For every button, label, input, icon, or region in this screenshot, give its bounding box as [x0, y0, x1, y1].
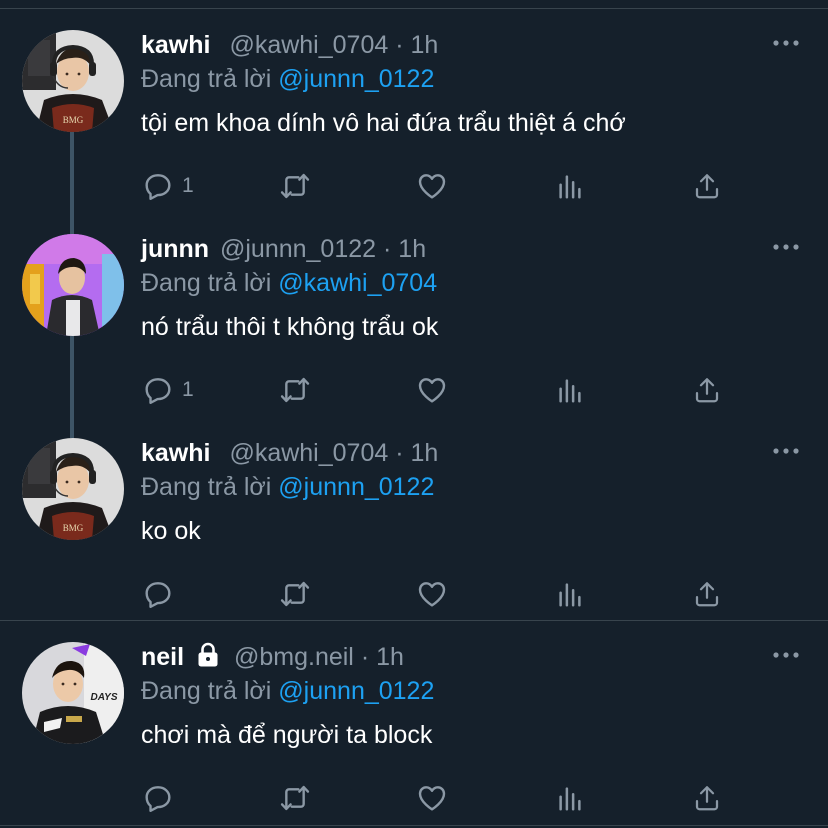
retweet-button[interactable]	[278, 166, 312, 206]
replying-to-label: Đang trả lời	[141, 677, 272, 705]
share-icon	[692, 782, 722, 814]
tweet-text: chơi mà để người ta block	[141, 721, 433, 749]
handle[interactable]: @bmg.neil	[234, 643, 354, 671]
reply-icon	[142, 374, 174, 406]
tweet-actions: 1	[0, 166, 828, 206]
bar-chart-icon	[555, 374, 585, 406]
display-name[interactable]: junnn	[141, 235, 209, 263]
bar-chart-icon	[555, 782, 585, 814]
like-button[interactable]	[416, 166, 448, 206]
top-divider	[0, 8, 828, 9]
share-button[interactable]	[692, 778, 722, 818]
replying-to: Đang trả lời @kawhi_0704	[141, 268, 437, 298]
mention-link[interactable]: @junnn_0122	[278, 677, 434, 705]
replying-to: Đang trả lời @junnn_0122	[141, 676, 434, 706]
bar-chart-icon	[555, 170, 585, 202]
share-button[interactable]	[692, 574, 722, 614]
tweet-text: tội em khoa dính vô hai đứa trẩu thiệt á…	[141, 109, 626, 137]
retweet-button[interactable]	[278, 574, 312, 614]
like-button[interactable]	[416, 370, 448, 410]
share-icon	[692, 374, 722, 406]
avatar-image	[22, 234, 124, 336]
replying-to-label: Đang trả lời	[141, 473, 272, 501]
dot-separator: ·	[395, 31, 404, 59]
reply-icon	[142, 782, 174, 814]
reply-count: 1	[182, 174, 194, 197]
tweet-header: neil @bmg.neil · 1h	[141, 642, 404, 672]
lock-icon	[198, 642, 218, 667]
mention-link[interactable]: @junnn_0122	[278, 473, 434, 501]
reply-count: 1	[182, 378, 194, 401]
tweet-header: junnn @junnn_0122 · 1h	[141, 234, 426, 264]
mention-link[interactable]: @junnn_0122	[278, 65, 434, 93]
timestamp[interactable]: 1h	[411, 31, 439, 59]
handle[interactable]: @junnn_0122	[220, 235, 376, 263]
share-button[interactable]	[692, 166, 722, 206]
tweet-text: nó trẩu thôi t không trẩu ok	[141, 313, 439, 341]
retweet-button[interactable]	[278, 370, 312, 410]
reply-button[interactable]	[142, 574, 182, 614]
retweet-icon	[278, 782, 312, 814]
heart-icon	[416, 374, 448, 406]
bar-chart-icon	[555, 578, 585, 610]
tweet-header: kawhi @kawhi_0704 · 1h	[141, 30, 438, 60]
avatar-image	[22, 438, 124, 540]
analytics-button[interactable]	[555, 778, 585, 818]
more-options-icon[interactable]	[772, 38, 800, 48]
dot-separator: ·	[383, 235, 392, 263]
tweet-divider	[0, 620, 828, 621]
replying-to: Đang trả lời @junnn_0122	[141, 64, 434, 94]
handle[interactable]: @kawhi_0704	[229, 439, 388, 467]
avatar-image	[22, 642, 124, 744]
tweet-actions	[0, 778, 828, 818]
timestamp[interactable]: 1h	[398, 235, 426, 263]
timestamp[interactable]: 1h	[376, 643, 404, 671]
reply-button[interactable]: 1	[142, 166, 194, 206]
tweet-actions	[0, 574, 828, 614]
like-button[interactable]	[416, 574, 448, 614]
share-icon	[692, 170, 722, 202]
replying-to-label: Đang trả lời	[141, 65, 272, 93]
display-name[interactable]: neil	[141, 643, 184, 671]
more-options-icon[interactable]	[772, 446, 800, 456]
avatar-image	[22, 30, 124, 132]
share-button[interactable]	[692, 370, 722, 410]
heart-icon	[416, 782, 448, 814]
more-options-icon[interactable]	[772, 650, 800, 660]
avatar[interactable]	[22, 234, 124, 336]
handle[interactable]: @kawhi_0704	[229, 31, 388, 59]
retweet-button[interactable]	[278, 778, 312, 818]
analytics-button[interactable]	[555, 166, 585, 206]
reply-icon	[142, 170, 174, 202]
retweet-icon	[278, 578, 312, 610]
share-icon	[692, 578, 722, 610]
analytics-button[interactable]	[555, 574, 585, 614]
retweet-icon	[278, 170, 312, 202]
more-options-icon[interactable]	[772, 242, 800, 252]
replying-to-label: Đang trả lời	[141, 269, 272, 297]
reply-icon	[142, 578, 174, 610]
like-button[interactable]	[416, 778, 448, 818]
dot-separator: ·	[360, 643, 370, 671]
reply-button[interactable]: 1	[142, 370, 194, 410]
display-name[interactable]: kawhi	[141, 439, 210, 467]
avatar[interactable]	[22, 438, 124, 540]
heart-icon	[416, 578, 448, 610]
display-name[interactable]: kawhi	[141, 31, 210, 59]
timestamp[interactable]: 1h	[411, 439, 439, 467]
retweet-icon	[278, 374, 312, 406]
tweet-divider	[0, 825, 828, 826]
avatar[interactable]	[22, 30, 124, 132]
mention-link[interactable]: @kawhi_0704	[278, 269, 437, 297]
tweet-header: kawhi @kawhi_0704 · 1h	[141, 438, 438, 468]
dot-separator: ·	[395, 439, 404, 467]
avatar[interactable]	[22, 642, 124, 744]
tweet-text: ko ok	[141, 517, 201, 545]
reply-button[interactable]	[142, 778, 182, 818]
replying-to: Đang trả lời @junnn_0122	[141, 472, 434, 502]
heart-icon	[416, 170, 448, 202]
analytics-button[interactable]	[555, 370, 585, 410]
tweet-actions: 1	[0, 370, 828, 410]
